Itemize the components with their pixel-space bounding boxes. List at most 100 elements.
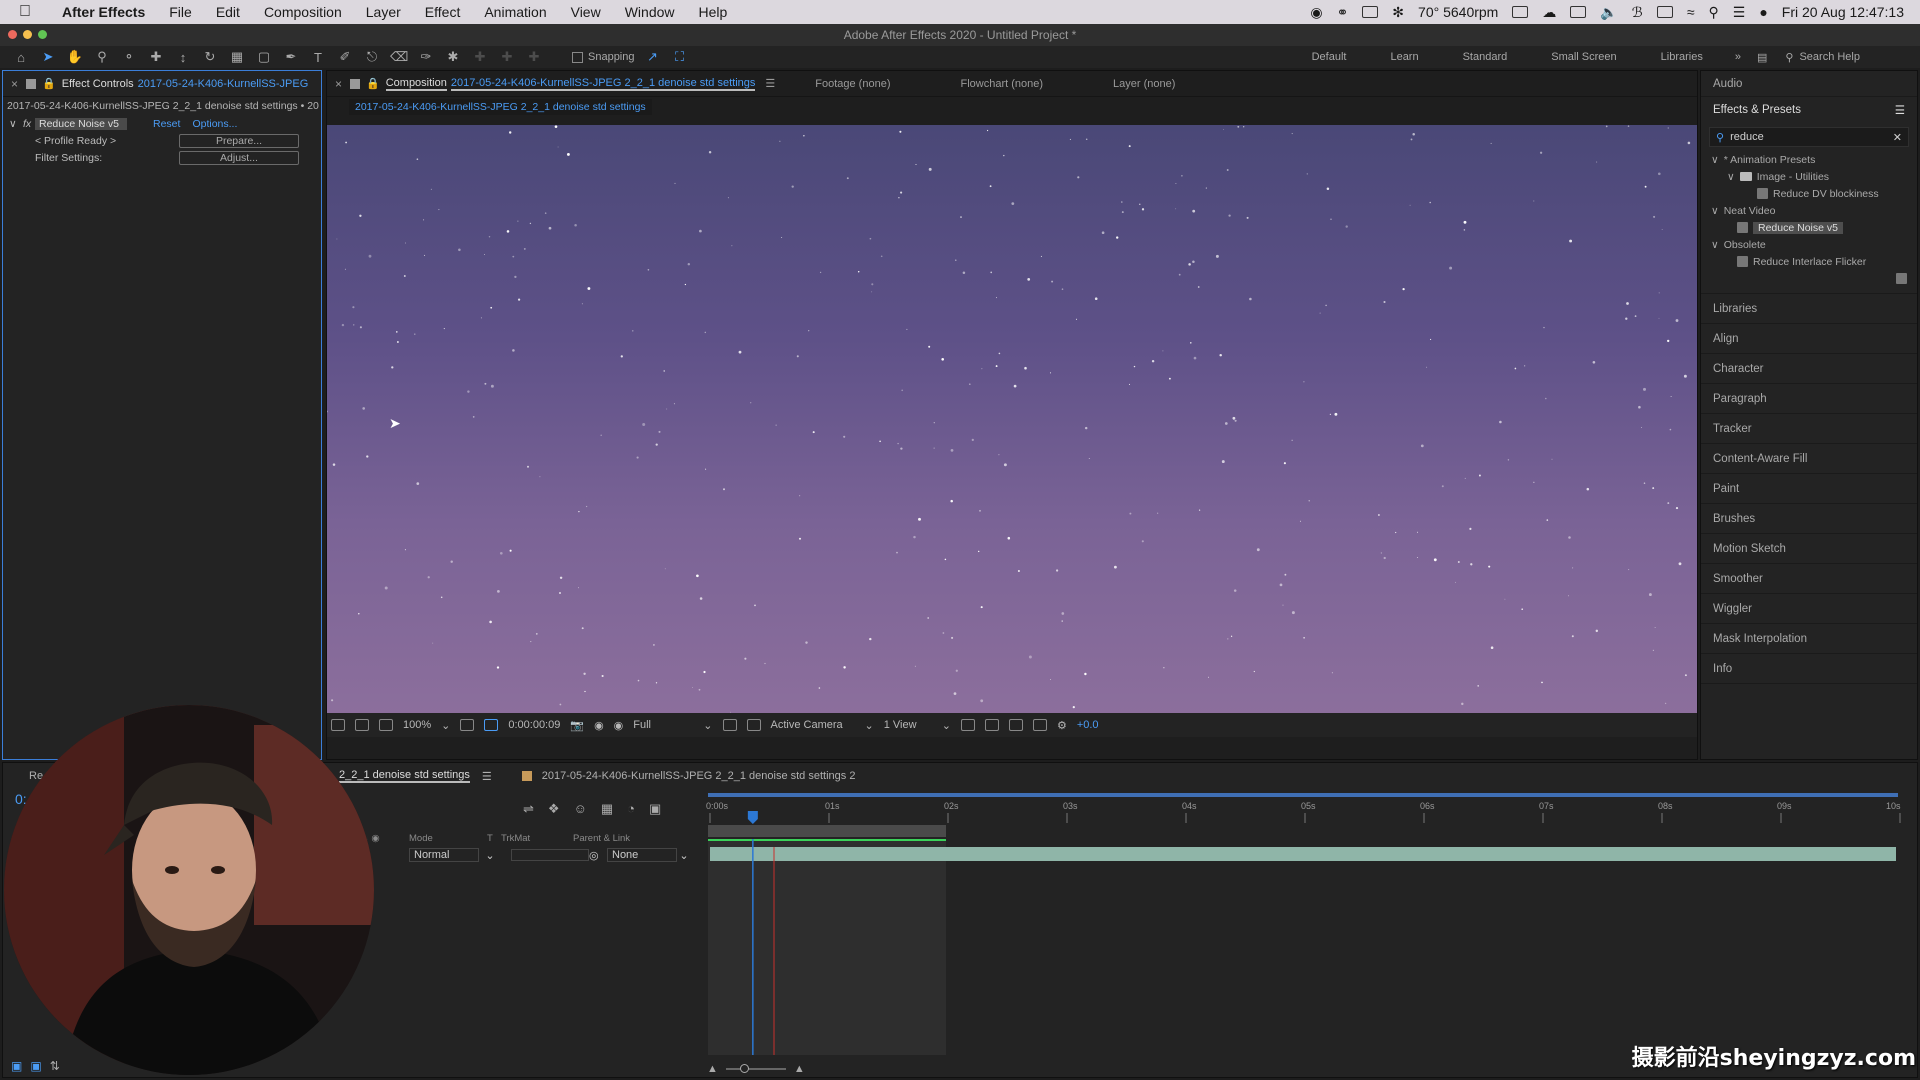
panel-tracker[interactable]: Tracker bbox=[1701, 414, 1917, 444]
hand-tool-icon[interactable]: ✋ bbox=[66, 49, 84, 65]
zoom-dropdown[interactable]: 100% bbox=[403, 719, 431, 731]
clone-stamp-icon[interactable]: ⎋ bbox=[363, 49, 381, 65]
tree-animation-presets[interactable]: ∨ * Animation Presets bbox=[1711, 151, 1917, 168]
current-time[interactable]: 0:00:00:09 bbox=[508, 719, 560, 731]
axis-world-icon[interactable]: ✚ bbox=[498, 49, 516, 65]
roto-brush-icon[interactable]: ✑ bbox=[417, 49, 435, 65]
minimize-window-icon[interactable] bbox=[23, 30, 32, 39]
comp-lock-icon[interactable]: 🔒 bbox=[366, 77, 380, 90]
mode-chevron-icon[interactable]: ⌄ bbox=[479, 849, 501, 862]
panel-motion-sketch[interactable]: Motion Sketch bbox=[1701, 534, 1917, 564]
menu-edit[interactable]: Edit bbox=[204, 4, 252, 20]
display-icon[interactable] bbox=[1362, 6, 1379, 18]
effects-presets-title[interactable]: Effects & Presets bbox=[1713, 104, 1801, 116]
pan-behind-icon[interactable]: ▦ bbox=[228, 49, 246, 65]
time-ruler[interactable]: 0:00s 01s 02s 03s 04s 05s 06s 07s 08s 09s 10s bbox=[706, 791, 1911, 839]
parent-dropdown[interactable]: None bbox=[607, 848, 677, 862]
camera-chevron-icon[interactable]: ⌄ bbox=[865, 719, 874, 732]
menu-help[interactable]: Help bbox=[687, 4, 740, 20]
eraser-tool-icon[interactable]: ⌫ bbox=[390, 49, 408, 65]
zoom-slider-thumb[interactable] bbox=[739, 1064, 749, 1073]
brush-tool-icon[interactable]: ✐ bbox=[336, 49, 354, 65]
snapping-toggle[interactable]: Snapping bbox=[572, 51, 635, 63]
tree-neat-video[interactable]: ∨ Neat Video bbox=[1711, 202, 1917, 219]
toggle-modes-icon[interactable]: ▣ bbox=[30, 1059, 41, 1073]
rotation-tool-icon[interactable]: ↻ bbox=[201, 49, 219, 65]
pickwhip-icon[interactable]: ◎ bbox=[589, 849, 607, 862]
timeline-tab-2[interactable]: 2017-05-24-K406-KurnellSS-JPEG 2_2_1 den… bbox=[542, 770, 856, 782]
panel-info[interactable]: Info bbox=[1701, 654, 1917, 684]
resolution-dropdown[interactable]: Full bbox=[633, 719, 693, 731]
comp-menu-icon[interactable] bbox=[350, 78, 361, 89]
composition-viewer[interactable]: ➤ bbox=[327, 125, 1697, 737]
trkmat-column-header[interactable]: TrkMat bbox=[501, 833, 573, 844]
tree-reduce-dv[interactable]: Reduce DV blockiness bbox=[1711, 185, 1917, 202]
selection-tool-icon[interactable]: ➤ bbox=[39, 49, 57, 65]
close-window-icon[interactable] bbox=[8, 30, 17, 39]
audio-panel[interactable]: Audio bbox=[1701, 71, 1917, 97]
dolly-camera-icon[interactable]: ↕ bbox=[174, 50, 192, 65]
workspace-libraries[interactable]: Libraries bbox=[1639, 51, 1725, 63]
transparency-grid-icon[interactable] bbox=[746, 719, 761, 731]
workspace-panel-icon[interactable]: ▤ bbox=[1751, 51, 1773, 64]
tree-image-utilities[interactable]: ∨ Image - Utilities bbox=[1711, 168, 1917, 185]
menu-animation[interactable]: Animation bbox=[472, 4, 558, 20]
workspace-small-screen[interactable]: Small Screen bbox=[1529, 51, 1638, 63]
timeline-tab-active[interactable]: 2_2_1 denoise std settings bbox=[339, 769, 470, 783]
menu-app[interactable]: After Effects bbox=[50, 4, 157, 20]
bluetooth-icon[interactable]: ℬ bbox=[1632, 4, 1643, 21]
panel-wiggler[interactable]: Wiggler bbox=[1701, 594, 1917, 624]
workspace-standard[interactable]: Standard bbox=[1441, 51, 1530, 63]
snapping-checkbox[interactable] bbox=[572, 51, 583, 63]
volume-icon[interactable]: 🔈 bbox=[1600, 4, 1617, 21]
close-tab-icon[interactable]: × bbox=[3, 77, 26, 91]
fan-icon[interactable]: ✻ bbox=[1392, 4, 1404, 21]
show-snapshot-icon[interactable]: ◉ bbox=[594, 719, 604, 732]
workspace-default[interactable]: Default bbox=[1290, 51, 1369, 63]
views-dropdown[interactable]: 1 View bbox=[884, 719, 932, 731]
axis-icon[interactable]: ✚ bbox=[471, 49, 489, 65]
color-channels-icon[interactable]: ◉ bbox=[614, 719, 624, 732]
creative-cloud-icon[interactable]: ⚭ bbox=[1337, 4, 1349, 21]
zoom-tool-icon[interactable]: ⚲ bbox=[93, 49, 111, 65]
exposure-value[interactable]: +0.0 bbox=[1077, 719, 1099, 731]
tree-reduce-noise[interactable]: Reduce Noise v5 bbox=[1711, 219, 1917, 236]
temperature-readout[interactable]: 70° 5640rpm bbox=[1418, 4, 1498, 20]
composition-tab-name[interactable]: 2017-05-24-K406-KurnellSS-JPEG 2_2_1 den… bbox=[450, 77, 756, 91]
toggle-in-out-icon[interactable]: ⇅ bbox=[50, 1059, 60, 1073]
trkmat-dropdown[interactable] bbox=[511, 849, 589, 861]
comp-hamburger-icon[interactable]: ☰ bbox=[765, 77, 775, 90]
comp-mini-flowchart-icon[interactable]: ⇌ bbox=[523, 801, 534, 817]
region-of-interest-icon[interactable] bbox=[722, 719, 737, 731]
flowchart-tab[interactable]: Flowchart (none) bbox=[960, 78, 1043, 90]
exposure-icon[interactable]: ⚙ bbox=[1057, 719, 1067, 732]
reset-link[interactable]: Reset bbox=[153, 118, 180, 130]
snap-edges-icon[interactable]: ↗ bbox=[644, 49, 662, 65]
effect-controls-file[interactable]: 2017-05-24-K406-KurnellSS-JPEG bbox=[138, 78, 309, 90]
panel-content-aware-fill[interactable]: Content-Aware Fill bbox=[1701, 444, 1917, 474]
cloud-icon[interactable]: ☁ bbox=[1542, 4, 1556, 21]
orbit-camera-icon[interactable]: ⚬ bbox=[120, 49, 138, 65]
adjust-button[interactable]: Adjust... bbox=[179, 150, 299, 165]
rectangle-tool-icon[interactable]: ▢ bbox=[255, 49, 273, 65]
panel-mask-interpolation[interactable]: Mask Interpolation bbox=[1701, 624, 1917, 654]
control-center-icon[interactable]: ☰ bbox=[1733, 4, 1746, 21]
shy-layers-icon[interactable]: ☺ bbox=[574, 801, 587, 817]
tree-obsolete[interactable]: ∨ Obsolete bbox=[1711, 236, 1917, 253]
close-comp-tab-icon[interactable]: × bbox=[327, 77, 350, 91]
snapshot-icon[interactable]: 📷 bbox=[570, 719, 584, 732]
mode-dropdown[interactable]: Normal bbox=[409, 848, 479, 862]
new-bin-icon[interactable] bbox=[1896, 273, 1907, 284]
composition-tab-prefix[interactable]: Composition bbox=[385, 77, 447, 91]
graph-editor-icon[interactable]: ▣ bbox=[649, 801, 661, 817]
always-preview-icon[interactable] bbox=[331, 719, 345, 731]
airplay-icon[interactable] bbox=[1512, 6, 1529, 18]
mode-column-header[interactable]: Mode bbox=[409, 833, 487, 844]
clear-search-icon[interactable]: ✕ bbox=[1893, 131, 1902, 144]
zoom-slider[interactable] bbox=[725, 1064, 786, 1073]
layer-tab[interactable]: Layer (none) bbox=[1113, 78, 1175, 90]
parent-chevron-icon[interactable]: ⌄ bbox=[677, 849, 691, 862]
home-icon[interactable]: ⌂ bbox=[12, 50, 30, 65]
panel-paint[interactable]: Paint bbox=[1701, 474, 1917, 504]
panel-smoother[interactable]: Smoother bbox=[1701, 564, 1917, 594]
